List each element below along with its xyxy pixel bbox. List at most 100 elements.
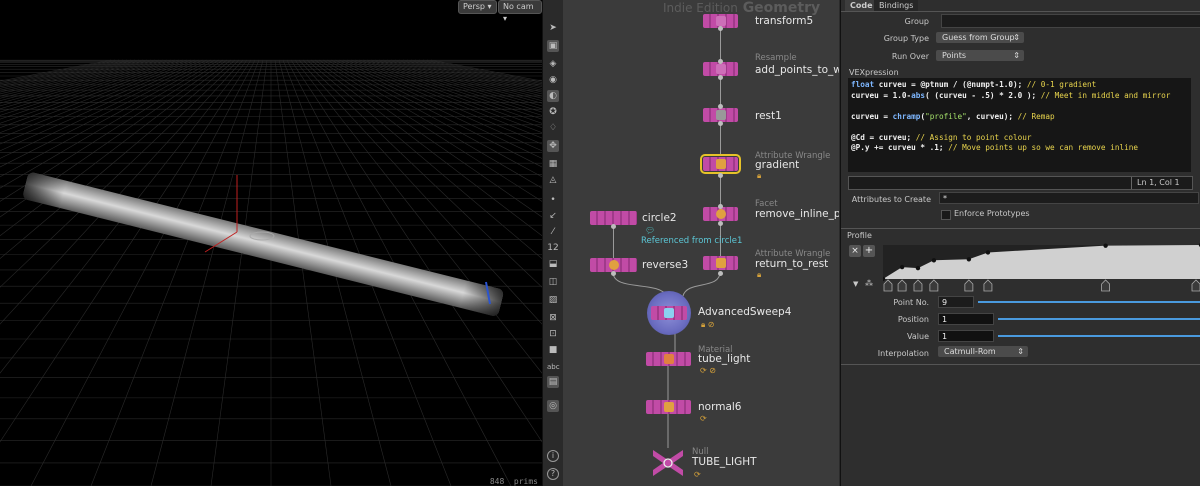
point-no-field[interactable]: 9 [938, 296, 974, 308]
wand-icon[interactable]: ⁄ [547, 226, 559, 238]
position-slider[interactable] [998, 318, 1200, 320]
lamp-icon[interactable]: ✪ [547, 106, 559, 118]
flag-icons[interactable]: ⟳ [700, 414, 707, 423]
output-port[interactable] [718, 121, 723, 126]
value-field[interactable]: 1 [938, 330, 994, 342]
snap-grid-icon[interactable]: ▦ [547, 158, 559, 170]
box-icon[interactable]: ◫ [547, 276, 559, 288]
group-field[interactable] [941, 14, 1200, 28]
scene-viewport[interactable]: Persp ▾ No cam ▾ 848 prims [0, 0, 542, 486]
interpolation-menu[interactable]: Catmull-Rom ⇕ [938, 346, 1028, 357]
grid-icon[interactable]: ▨ [547, 294, 559, 306]
ramp-point[interactable] [966, 257, 972, 262]
point-icon[interactable]: • [547, 194, 559, 206]
snap-icon[interactable]: ✥ [547, 140, 559, 152]
lock-icon[interactable]: 🔒︎ ⊘ [701, 320, 715, 330]
paint-icon[interactable]: ⬓ [547, 258, 559, 270]
output-port[interactable] [718, 271, 723, 276]
node-gradient[interactable] [700, 154, 741, 174]
code-token: float [851, 80, 875, 89]
node-circle2[interactable] [590, 211, 637, 225]
output-port[interactable] [718, 26, 723, 31]
code-status-bar: Ln 1, Col 1 [848, 176, 1193, 190]
node-advanced-sweep-label: AdvancedSweep4 [698, 306, 792, 318]
network-editor[interactable]: Indie Edition Geometry transform5 Resamp… [563, 0, 839, 486]
group-icon[interactable]: ⊠ [547, 312, 559, 324]
profile-ramp[interactable] [883, 243, 1200, 293]
vertex-icon[interactable]: ⊡ [547, 328, 559, 340]
node-tube-light[interactable] [646, 352, 691, 366]
ramp-key-handle[interactable] [1101, 279, 1110, 292]
view-icon[interactable]: ◈ [547, 58, 559, 70]
ramp-point[interactable] [915, 265, 921, 271]
run-over-menu[interactable]: Points ⇕ [936, 50, 1024, 61]
info-icon[interactable]: i [547, 450, 559, 462]
output-port[interactable] [718, 173, 723, 178]
ramp-key-icon[interactable]: ⁂ [865, 279, 873, 288]
node-add-points[interactable] [703, 62, 738, 76]
attributes-field[interactable]: * [939, 192, 1199, 204]
tab-code[interactable]: Code [845, 0, 878, 11]
add-point-button[interactable]: + [863, 245, 875, 257]
position-field[interactable]: 1 [938, 313, 994, 325]
code-token: @Cd = curveu; [851, 132, 916, 142]
node-null-tube-light[interactable] [651, 448, 685, 478]
image-icon[interactable]: ▤ [547, 376, 559, 388]
normal-icon[interactable]: ↙ [547, 210, 559, 222]
comment-icon[interactable]: 💬︎ [645, 226, 655, 235]
snap-prim-icon[interactable]: ◬ [547, 174, 559, 186]
ramp-key-handle[interactable] [929, 279, 939, 292]
camera-icon[interactable]: ◉ [547, 74, 559, 86]
output-port[interactable] [611, 271, 616, 276]
lock-icon[interactable]: 🔒︎ [757, 171, 761, 181]
output-port[interactable] [718, 75, 723, 80]
node-remove-inline[interactable] [703, 207, 738, 221]
input-port[interactable] [718, 59, 723, 64]
vis-icon[interactable]: ◎ [547, 400, 559, 412]
camera-mode-button[interactable]: Persp ▾ [458, 0, 497, 14]
group-label: Group [904, 17, 929, 26]
ramp-key-handle[interactable] [883, 279, 893, 292]
ramp-point[interactable] [931, 258, 937, 263]
node-return-to-rest[interactable] [703, 256, 738, 270]
help-icon[interactable]: ? [547, 468, 559, 480]
ramp-point[interactable] [1103, 243, 1108, 248]
light-icon[interactable]: ◐ [547, 90, 559, 102]
vex-code-editor[interactable]: float curveu = @ptnum / (@numpt-1.0); //… [848, 78, 1191, 172]
text-icon[interactable]: abc [547, 361, 560, 373]
square-icon[interactable]: ■ [547, 344, 559, 356]
ramp-key-handle[interactable] [897, 279, 907, 292]
flag-icons[interactable]: ⟳ [694, 470, 701, 479]
node-transform5-label: transform5 [755, 15, 814, 27]
group-type-menu[interactable]: Guess from Group ⇕ [936, 32, 1024, 43]
value-slider[interactable] [998, 335, 1200, 337]
output-port[interactable] [718, 221, 723, 226]
node-rest1[interactable] [703, 108, 738, 122]
tab-bindings[interactable]: Bindings [874, 0, 919, 11]
node-advanced-sweep[interactable] [647, 291, 691, 335]
output-port[interactable] [611, 224, 616, 229]
flag-icons[interactable]: ⟳ ⊘ [700, 366, 716, 375]
number-icon[interactable]: 12 [547, 242, 559, 254]
help-glyph: ? [550, 469, 556, 478]
input-port[interactable] [718, 104, 723, 109]
ramp-key-handle[interactable] [913, 279, 923, 292]
point-no-slider[interactable] [978, 301, 1200, 303]
group-type-label: Group Type [883, 34, 929, 43]
camera-select-button[interactable]: No cam ▾ [498, 0, 542, 23]
ramp-key-handle[interactable] [1191, 279, 1200, 292]
node-normal6[interactable] [646, 400, 691, 414]
node-reverse3[interactable] [590, 258, 637, 272]
ramp-key-handle[interactable] [983, 279, 993, 292]
ramp-point[interactable] [899, 264, 905, 270]
input-port[interactable] [718, 204, 723, 209]
remove-point-button[interactable]: × [849, 245, 861, 257]
handle-icon[interactable]: ▣ [547, 40, 559, 52]
lock-icon[interactable]: 🔒︎ [757, 270, 761, 280]
ghost-icon[interactable]: ♢ [547, 122, 559, 134]
enforce-checkbox[interactable] [941, 210, 951, 220]
ramp-point[interactable] [985, 250, 991, 255]
ramp-key-handle[interactable] [964, 279, 974, 292]
select-arrow-icon[interactable]: ➤ [547, 22, 559, 34]
ramp-expand-icon[interactable]: ▼ [853, 280, 858, 288]
